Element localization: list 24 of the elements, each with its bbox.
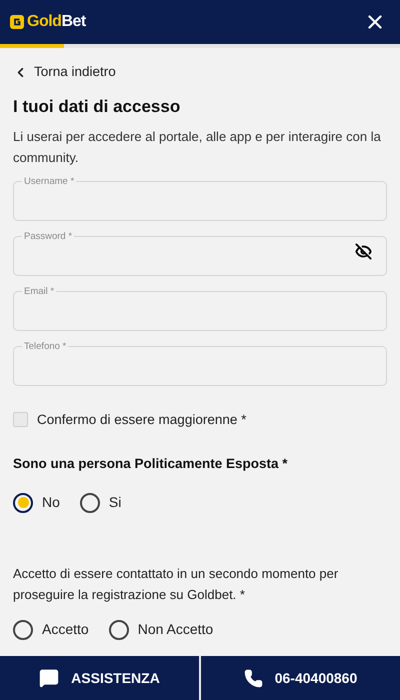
logo-icon [10, 15, 24, 29]
hide-password-icon[interactable] [355, 242, 372, 260]
logo[interactable]: GoldBet [10, 14, 86, 30]
radio-button[interactable] [13, 620, 33, 640]
radio-button[interactable] [13, 492, 33, 513]
field-label: Password * [23, 230, 74, 243]
chat-icon [39, 668, 60, 688]
checkbox[interactable] [13, 412, 28, 428]
radio-option[interactable]: No [13, 492, 60, 514]
radio-button[interactable] [108, 620, 129, 640]
question-label: Accetto di essere contattato in un secondo momento per proseguire la registrazione su Goldbet. * [13, 565, 340, 604]
radio-option[interactable]: Si [80, 492, 122, 514]
radio-option[interactable]: Non Accetto [108, 619, 214, 640]
radio-option[interactable]: Accetto [13, 619, 89, 640]
description: Li userai per accedere al portale, alle app e per interagire con la community. [13, 128, 382, 167]
question-label: Sono una persona Politicamente Esposta * [13, 455, 289, 473]
checkbox-option[interactable]: Confermo di essere maggiorenne * [13, 410, 387, 430]
field-label: Username * [23, 176, 76, 188]
phone-icon [244, 668, 263, 688]
page-title: I tuoi dati di accesso [13, 96, 182, 118]
field-label: Email * [23, 286, 56, 298]
back-link[interactable]: Torna indietro [13, 62, 387, 82]
field-label: Telefono * [23, 340, 68, 353]
radio-button[interactable] [80, 492, 100, 513]
